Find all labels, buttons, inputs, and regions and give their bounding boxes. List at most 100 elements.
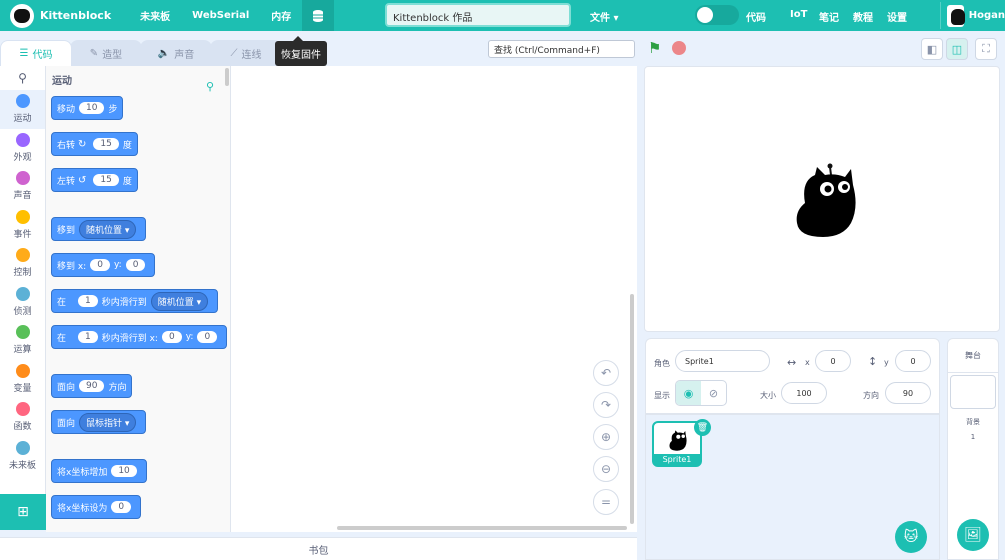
backpack[interactable]: 书包 (0, 537, 637, 560)
extension-icon: ⊞ (17, 504, 29, 520)
project-title-input[interactable]: Kittenblock 作品 (385, 3, 571, 27)
zoom-out-icon[interactable]: ⊖ (593, 456, 619, 482)
hidden-eye-icon[interactable]: ⊘ (701, 381, 726, 405)
category-3[interactable]: 事件 (0, 206, 45, 245)
menu-file[interactable]: 文件 ▾ (590, 9, 619, 24)
avatar (947, 4, 965, 27)
direction-input[interactable]: 90 (885, 382, 931, 404)
block-turn-right[interactable]: 右转 ↻ 15 度 (51, 132, 138, 156)
stop-icon[interactable] (672, 41, 686, 55)
block-turn-left[interactable]: 左转 ↺ 15 度 (51, 168, 138, 192)
normal-stage-icon: ◫ (951, 42, 963, 56)
size-input[interactable]: 100 (781, 382, 827, 404)
firmware-tooltip: 恢复固件 (275, 36, 327, 66)
menu-notes[interactable]: 笔记 (819, 9, 839, 24)
code-mode-toggle[interactable] (695, 5, 739, 25)
small-stage-icon: ◧ (926, 42, 938, 56)
delete-sprite-icon[interactable]: 🗑 (694, 419, 711, 436)
workspace-horizontal-scrollbar[interactable] (337, 526, 627, 530)
workspace-vertical-scrollbar[interactable] (630, 294, 634, 524)
menu-iot[interactable]: IoT (790, 9, 807, 20)
x-input[interactable]: 0 (815, 350, 851, 372)
kitten-logo-icon (10, 3, 34, 28)
block-point-direction[interactable]: 面向 90 方向 (51, 374, 133, 398)
green-flag-icon[interactable]: ⚑ (648, 40, 664, 56)
tab-code[interactable]: ☰ 代码 (0, 40, 72, 66)
block-point-towards[interactable]: 面向 鼠标指针 ▾ (51, 410, 147, 434)
category-dot-icon (15, 440, 30, 455)
add-extension-button[interactable]: ⊞ (0, 494, 46, 530)
sprite-thumbnail[interactable]: Sprite1 🗑 (652, 419, 711, 467)
category-dot-icon (15, 363, 30, 378)
menu-memory[interactable]: 内存 (260, 8, 302, 23)
fullscreen-button[interactable]: ⛶ (975, 38, 997, 60)
backdrop-count: 1 (970, 433, 976, 441)
zoom-reset-icon[interactable]: = (593, 489, 619, 515)
script-workspace[interactable]: ↶ ↷ ⊕ ⊖ = (231, 66, 637, 532)
menu-tutorials[interactable]: 教程 (853, 9, 873, 24)
category-dot-icon (15, 132, 30, 147)
category-dot-icon (15, 248, 30, 263)
category-dot-icon (15, 286, 30, 301)
block-change-x[interactable]: 将x坐标增加 10 (51, 459, 147, 483)
palette-scrollbar[interactable] (225, 68, 229, 86)
block-goto-xy[interactable]: 移到 x: 0 y: 0 (51, 253, 156, 277)
sprite-name-input[interactable]: Sprite1 (675, 350, 770, 372)
block-glide-to[interactable]: 在 1 秒内滑行到 随机位置 ▾ (51, 289, 219, 313)
menu-future-board[interactable]: 未来板 (129, 8, 181, 23)
category-label: 变量 (13, 383, 32, 394)
category-7[interactable]: 变量 (0, 360, 45, 399)
eye-icon[interactable]: ◉ (676, 381, 701, 405)
firmware-icon[interactable] (302, 0, 335, 31)
category-4[interactable]: 控制 (0, 244, 45, 283)
block-goto[interactable]: 移到 随机位置 ▾ (51, 217, 147, 241)
stage[interactable] (644, 66, 1000, 332)
tab-costumes[interactable]: ✎ 造型 (70, 40, 142, 66)
sprite-label: 角色 (654, 359, 670, 368)
add-backdrop-button[interactable]: 🖼 (957, 519, 989, 551)
category-1[interactable]: 外观 (0, 129, 45, 168)
menu-settings[interactable]: 设置 (887, 9, 907, 24)
cat-sprite[interactable] (795, 163, 857, 237)
direction-label: 方向 (863, 391, 879, 400)
code-tab-icon: ☰ (19, 48, 29, 59)
tab-wiring[interactable]: ⟋ 连线 (210, 40, 282, 66)
category-2[interactable]: 声音 (0, 167, 45, 206)
zoom-in-icon[interactable]: ⊕ (593, 424, 619, 450)
tab-sounds[interactable]: 🔈 声音 (140, 40, 212, 66)
find-input[interactable]: 查找 (Ctrl/Command+F) (488, 40, 635, 58)
visibility-toggle: ◉ ⊘ (675, 380, 727, 406)
logo-text: Kittenblock (40, 9, 112, 22)
logo[interactable]: Kittenblock (10, 3, 112, 28)
normal-stage-button[interactable]: ◫ (946, 38, 968, 60)
block-set-x[interactable]: 将x坐标设为 0 (51, 495, 142, 519)
small-stage-button[interactable]: ◧ (921, 38, 943, 60)
category-dot-icon (15, 209, 30, 224)
category-6[interactable]: 运算 (0, 321, 45, 360)
y-input[interactable]: 0 (895, 350, 931, 372)
category-8[interactable]: 函数 (0, 398, 45, 437)
search-icon[interactable]: ⚲ (0, 66, 45, 90)
block-move-steps[interactable]: 移动 10 步 (51, 96, 124, 120)
category-9[interactable]: 未来板 (0, 437, 45, 476)
sprite-list: Sprite1 🗑 🐱 (645, 414, 940, 560)
menu-webserial[interactable]: WebSerial (181, 10, 260, 21)
sprite-thumbnail-name: Sprite1 (654, 454, 700, 465)
category-5[interactable]: 侦测 (0, 283, 45, 322)
category-dot-icon (15, 171, 30, 186)
block-glide-xy[interactable]: 在 1 秒内滑行到 x: 0 y: 0 (51, 325, 228, 349)
category-label: 外观 (13, 152, 32, 163)
backdrop-thumbnail[interactable] (950, 375, 996, 409)
add-sprite-icon: 🐱 (903, 529, 919, 545)
pin-icon[interactable]: ⚲ (206, 80, 214, 93)
redo-icon[interactable]: ↷ (593, 392, 619, 418)
add-sprite-button[interactable]: 🐱 (895, 521, 927, 553)
category-0[interactable]: 运动 (0, 90, 45, 129)
account-menu[interactable]: Hogan (940, 2, 1005, 29)
stage-selector[interactable]: 舞台 背景 1 🖼 (947, 338, 999, 560)
undo-icon[interactable]: ↶ (593, 360, 619, 386)
category-label: 侦测 (13, 306, 32, 317)
username: Hogan (968, 10, 1005, 21)
palette-category-title: 运动 (52, 76, 72, 87)
size-label: 大小 (760, 391, 776, 400)
